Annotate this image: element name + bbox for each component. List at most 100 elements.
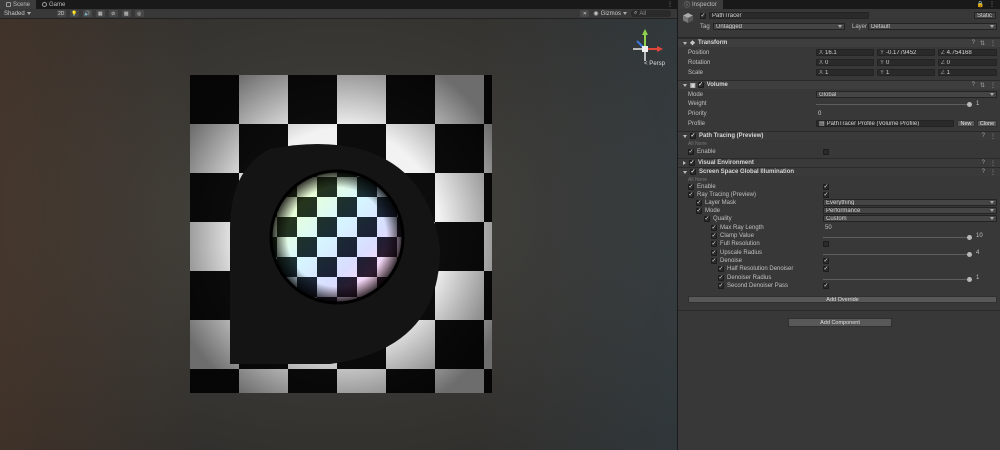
max-ray-override[interactable] (711, 225, 717, 231)
more-menu-icon[interactable]: ⋮ (990, 82, 996, 89)
full-res-override[interactable] (711, 241, 717, 247)
grid-toggle-icon[interactable]: ▩ (121, 10, 131, 17)
preset-icon[interactable]: ⇅ (980, 82, 985, 89)
more-menu-icon[interactable]: ⋮ (667, 0, 677, 9)
upscale-slider[interactable] (823, 254, 971, 255)
position-z-field[interactable]: Z 4.754168 (938, 49, 997, 56)
ssgi-mode-dropdown[interactable]: Performance (823, 207, 997, 214)
layer-mask-override[interactable] (696, 200, 702, 206)
ssgi-enable-checkbox[interactable] (823, 184, 829, 190)
lighting-toggle-icon[interactable]: 💡 (69, 10, 79, 17)
denoiser-radius-slider[interactable] (823, 279, 971, 280)
audio-toggle-icon[interactable]: 🔊 (82, 10, 92, 17)
full-res-checkbox[interactable] (823, 241, 829, 247)
weight-slider-handle[interactable] (967, 101, 972, 107)
second-pass-checkbox[interactable] (823, 283, 829, 289)
tab-inspector[interactable]: ⓘ Inspector (678, 0, 723, 9)
upscale-override[interactable] (711, 250, 717, 256)
mode-2d-toggle[interactable]: 2D (56, 10, 66, 17)
profile-field[interactable]: ▤ PathTracer Profile (Volume Profile) (816, 120, 954, 127)
upscale-value[interactable]: 4 (976, 250, 979, 256)
denoise-override[interactable] (711, 258, 717, 264)
ssgi-mode-override[interactable] (696, 208, 702, 214)
more-menu-icon[interactable]: ⋮ (989, 1, 995, 8)
layer-mask-dropdown[interactable]: Everything (823, 199, 997, 206)
second-pass-override[interactable] (718, 283, 724, 289)
add-override-button[interactable]: Add Override (688, 296, 997, 303)
ssgi-enable-override[interactable] (688, 184, 694, 190)
scale-x-field[interactable]: X1 (816, 69, 874, 76)
help-icon[interactable]: ? (972, 82, 975, 89)
help-icon[interactable]: ? (982, 160, 985, 167)
position-y-field[interactable]: Y -0.1779452 (877, 49, 935, 56)
clamp-override[interactable] (711, 233, 717, 239)
ssgi-override-checkbox[interactable] (690, 169, 696, 175)
tab-scene[interactable]: Scene (0, 0, 37, 9)
tag-dropdown[interactable]: Untagged (713, 23, 845, 30)
quality-dropdown[interactable]: Custom (823, 215, 997, 222)
volume-enabled-checkbox[interactable] (697, 82, 704, 88)
quality-override[interactable] (704, 216, 710, 222)
clone-profile-button[interactable]: Clone (977, 120, 997, 127)
scene-search-field[interactable]: ⌕ All (631, 10, 671, 17)
effects-toggle-icon[interactable]: ▦ (95, 10, 105, 17)
preset-icon[interactable]: ⇅ (980, 40, 985, 47)
shading-mode-dropdown[interactable]: Shaded (4, 11, 31, 17)
rotation-z-field[interactable]: Z0 (938, 59, 997, 66)
upscale-slider-handle[interactable] (967, 251, 972, 257)
path-tracing-header[interactable]: Path Tracing (Preview) ? ⋮ (678, 131, 1000, 140)
new-profile-button[interactable]: New (957, 120, 975, 127)
axis-gizmo-icon[interactable] (625, 27, 665, 77)
denoiser-radius-slider-handle[interactable] (967, 276, 972, 282)
scale-y-field[interactable]: Y1 (877, 69, 935, 76)
path-tracing-all-none[interactable]: All None (688, 141, 707, 147)
path-tracing-enable-override[interactable] (688, 149, 694, 155)
denoiser-radius-override[interactable] (718, 275, 724, 281)
scene-viewport[interactable]: < Persp (0, 19, 677, 450)
clamp-slider-handle[interactable] (967, 234, 972, 240)
ssgi-all-none[interactable]: All None (688, 177, 707, 183)
path-tracing-override-checkbox[interactable] (690, 133, 696, 139)
transform-header[interactable]: ✥ Transform ? ⇅ ⋮ (678, 38, 1000, 47)
ray-tracing-checkbox[interactable] (823, 192, 829, 198)
weight-slider[interactable] (816, 104, 971, 105)
static-toggle[interactable]: Static (974, 12, 996, 19)
priority-field[interactable]: 0 (816, 110, 997, 117)
camera-settings-icon[interactable]: ◎ (134, 10, 144, 17)
clamp-slider[interactable] (823, 237, 971, 238)
active-checkbox[interactable] (700, 12, 706, 19)
max-ray-value[interactable]: 50 (825, 225, 832, 231)
visual-environment-header[interactable]: Visual Environment ? ⋮ (678, 158, 1000, 167)
more-menu-icon[interactable]: ⋮ (990, 169, 996, 176)
volume-mode-dropdown[interactable]: Global (816, 91, 997, 98)
tools-icon[interactable]: ✕ (580, 10, 590, 17)
ray-tracing-override[interactable] (688, 192, 694, 198)
more-menu-icon[interactable]: ⋮ (990, 40, 996, 47)
more-menu-icon[interactable]: ⋮ (990, 133, 996, 140)
rotation-y-field[interactable]: Y0 (877, 59, 935, 66)
clamp-value[interactable]: 10 (976, 233, 983, 239)
denoiser-radius-value[interactable]: 1 (976, 275, 979, 281)
visual-environment-override-checkbox[interactable] (689, 160, 695, 166)
position-x-field[interactable]: X 16.1 (816, 49, 874, 56)
ssgi-header[interactable]: Screen Space Global Illumination ? ⋮ (678, 167, 1000, 176)
help-icon[interactable]: ? (972, 40, 975, 47)
path-tracing-enable-checkbox[interactable] (823, 149, 829, 155)
hidden-objects-icon[interactable]: ⊘ (108, 10, 118, 17)
weight-value[interactable]: 1 (976, 101, 979, 107)
help-icon[interactable]: ? (982, 169, 985, 176)
rotation-x-field[interactable]: X0 (816, 59, 874, 66)
layer-dropdown[interactable]: Default (868, 23, 997, 30)
tab-game[interactable]: Game (36, 0, 71, 9)
volume-header[interactable]: ▣ Volume ? ⇅ ⋮ (678, 80, 1000, 89)
help-icon[interactable]: ? (982, 133, 985, 140)
persp-label[interactable]: < Persp (644, 61, 665, 67)
lock-icon[interactable]: 🔒 (977, 1, 984, 8)
half-res-override[interactable] (718, 266, 724, 272)
gizmos-dropdown[interactable]: ◉ Gizmos (593, 10, 627, 17)
scale-z-field[interactable]: Z1 (938, 69, 997, 76)
denoise-checkbox[interactable] (823, 258, 829, 264)
half-res-checkbox[interactable] (823, 266, 829, 272)
add-component-button[interactable]: Add Component (788, 318, 892, 327)
object-name-field[interactable]: PathTracer (709, 12, 869, 19)
